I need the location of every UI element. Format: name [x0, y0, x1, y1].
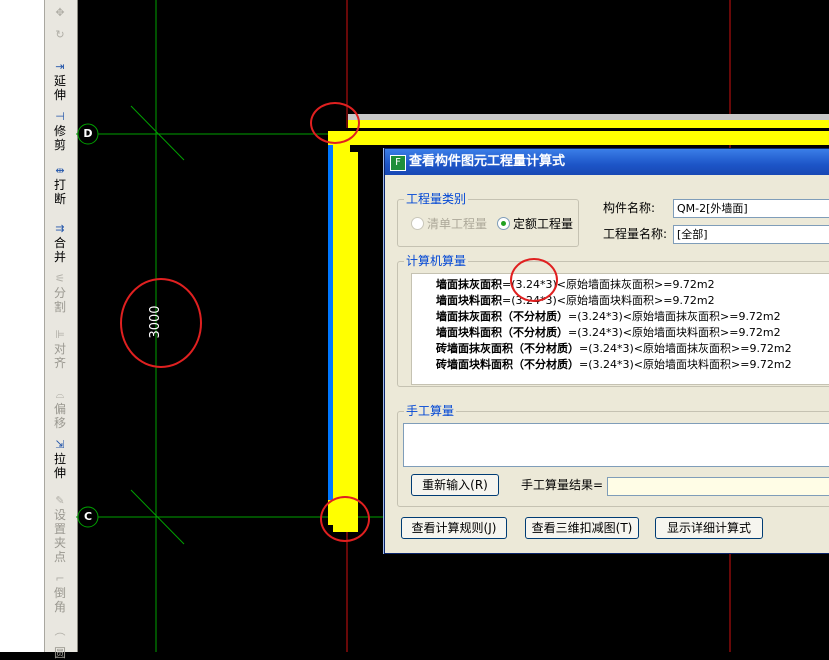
- quantity-type-label: 工程量类别: [404, 192, 469, 206]
- offset-icon: ⌓: [55, 388, 65, 401]
- wall-left-edge: [328, 145, 333, 500]
- component-name-label: 构件名称:: [603, 201, 656, 215]
- reenter-button[interactable]: 重新输入(R): [411, 474, 499, 496]
- component-name-field[interactable]: QM-2[外墙面]: [673, 199, 829, 218]
- show-detail-button[interactable]: 显示详细计算式: [655, 517, 763, 539]
- tool-break[interactable]: ⇹ 打 断: [45, 164, 75, 206]
- tool-label: 圆: [53, 646, 66, 660]
- annotation-circle-bottom-corner: [320, 496, 370, 542]
- trim-icon: ⊣: [55, 110, 65, 123]
- move-icon: ✥: [55, 6, 65, 19]
- computer-calc-list[interactable]: 墙面抹灰面积=(3.24*3)<原始墙面抹灰面积>=9.72m2 墙面块料面积=…: [411, 273, 829, 385]
- tool-label: 合 并: [53, 236, 66, 264]
- split-icon: ⚟: [55, 272, 65, 285]
- tool-move[interactable]: ✥: [45, 6, 75, 20]
- tool-merge[interactable]: ⇉ 合 并: [45, 222, 75, 264]
- radio-bill-quantity[interactable]: 清单工程量: [411, 217, 487, 231]
- dimension-tick-top: [130, 105, 185, 161]
- left-toolbar: ✥ ↻ ⇥ 延 伸 ⊣ 修 剪 ⇹ 打 断 ⇉ 合 并 ⚟ 分 割 ⊫ 对 齐 ⌓ 偏 移 ⇲ 拉 伸 ✎ 设 置 夹…: [0, 0, 78, 660]
- tool-trim[interactable]: ⊣ 修 剪: [45, 110, 75, 152]
- merge-icon: ⇉: [55, 222, 65, 235]
- stretch-icon: ⇲: [55, 438, 65, 451]
- tool-rotate[interactable]: ↻: [45, 28, 75, 42]
- computer-calc-label: 计算机算量: [404, 254, 469, 268]
- wall-left-inner: [350, 152, 358, 532]
- radio-bill-label: 清单工程量: [427, 217, 488, 231]
- chamfer-icon: ⌐: [55, 572, 65, 585]
- rotate-icon: ↻: [55, 28, 65, 41]
- tool-label: 偏 移: [53, 402, 66, 430]
- axis-label-d: D: [83, 127, 93, 140]
- app-icon: F: [390, 155, 406, 171]
- calc-line: 墙面抹灰面积=(3.24*3)<原始墙面抹灰面积>=9.72m2: [436, 278, 715, 291]
- wall-top-inner: [328, 131, 829, 145]
- dialog-title: 查看构件图元工程量计算式: [409, 154, 566, 169]
- manual-result-field[interactable]: [607, 477, 829, 496]
- window-edge: [0, 0, 44, 652]
- fillet-icon: ⌒: [54, 632, 66, 645]
- view-3d-deduction-button[interactable]: 查看三维扣减图(T): [525, 517, 639, 539]
- calc-line: 墙面抹灰面积（不分材质）=(3.24*3)<原始墙面抹灰面积>=9.72m2: [436, 310, 781, 323]
- quantity-name-label: 工程量名称:: [603, 227, 668, 241]
- tool-extend[interactable]: ⇥ 延 伸: [45, 60, 75, 102]
- tool-label: 分 割: [53, 286, 66, 314]
- manual-result-label: 手工算量结果=: [521, 478, 604, 492]
- axis-label-c: C: [83, 510, 93, 523]
- radio-quota-dot: [497, 217, 510, 230]
- wall-top-border: [348, 114, 829, 120]
- tool-set-insert-point[interactable]: ✎ 设 置 夹 点: [45, 494, 75, 564]
- annotation-circle-formula: [510, 258, 558, 302]
- tool-align[interactable]: ⊫ 对 齐: [45, 328, 75, 370]
- calc-line: 墙面块料面积=(3.24*3)<原始墙面块料面积>=9.72m2: [436, 294, 715, 307]
- tool-offset[interactable]: ⌓ 偏 移: [45, 388, 75, 430]
- align-icon: ⊫: [55, 328, 65, 341]
- tool-label: 延 伸: [53, 74, 66, 102]
- tool-stretch[interactable]: ⇲ 拉 伸: [45, 438, 75, 480]
- calc-line: 墙面块料面积（不分材质）=(3.24*3)<原始墙面块料面积>=9.72m2: [436, 326, 781, 339]
- tool-split[interactable]: ⚟ 分 割: [45, 272, 75, 314]
- wall-top-outer: [348, 120, 829, 128]
- quantity-formula-dialog: F 查看构件图元工程量计算式 工程量类别 清单工程量 定额工程量 构件名称: Q…: [384, 148, 829, 554]
- quantity-name-select[interactable]: [全部]: [673, 225, 829, 244]
- tool-label: 倒 角: [53, 586, 66, 614]
- radio-quota-quantity[interactable]: 定额工程量: [497, 217, 573, 231]
- tool-label: 拉 伸: [53, 452, 66, 480]
- wall-top-gap: [328, 128, 829, 131]
- tool-label: 设 置 夹 点: [53, 508, 66, 564]
- tool-label: 打 断: [53, 178, 66, 206]
- tool-label: 修 剪: [53, 124, 66, 152]
- calc-line: 砖墙面块料面积（不分材质）=(3.24*3)<原始墙面块料面积>=9.72m2: [436, 358, 792, 371]
- tool-label: 对 齐: [53, 342, 66, 370]
- annotation-circle-dimension: [120, 278, 202, 368]
- annotation-circle-top-corner: [310, 102, 360, 144]
- manual-calc-label: 手工算量: [404, 404, 457, 418]
- break-icon: ⇹: [55, 164, 65, 177]
- radio-quota-label: 定额工程量: [513, 217, 574, 231]
- insert-point-icon: ✎: [55, 494, 65, 507]
- calc-line: 砖墙面抹灰面积（不分材质）=(3.24*3)<原始墙面抹灰面积>=9.72m2: [436, 342, 792, 355]
- view-rules-button[interactable]: 查看计算规则(J): [401, 517, 507, 539]
- tool-chamfer[interactable]: ⌐ 倒 角: [45, 572, 75, 614]
- dialog-titlebar[interactable]: F 查看构件图元工程量计算式: [385, 149, 829, 175]
- tool-fillet[interactable]: ⌒ 圆: [45, 632, 75, 660]
- manual-calc-input[interactable]: [403, 423, 829, 467]
- radio-bill-dot: [411, 217, 424, 230]
- extend-icon: ⇥: [55, 60, 65, 73]
